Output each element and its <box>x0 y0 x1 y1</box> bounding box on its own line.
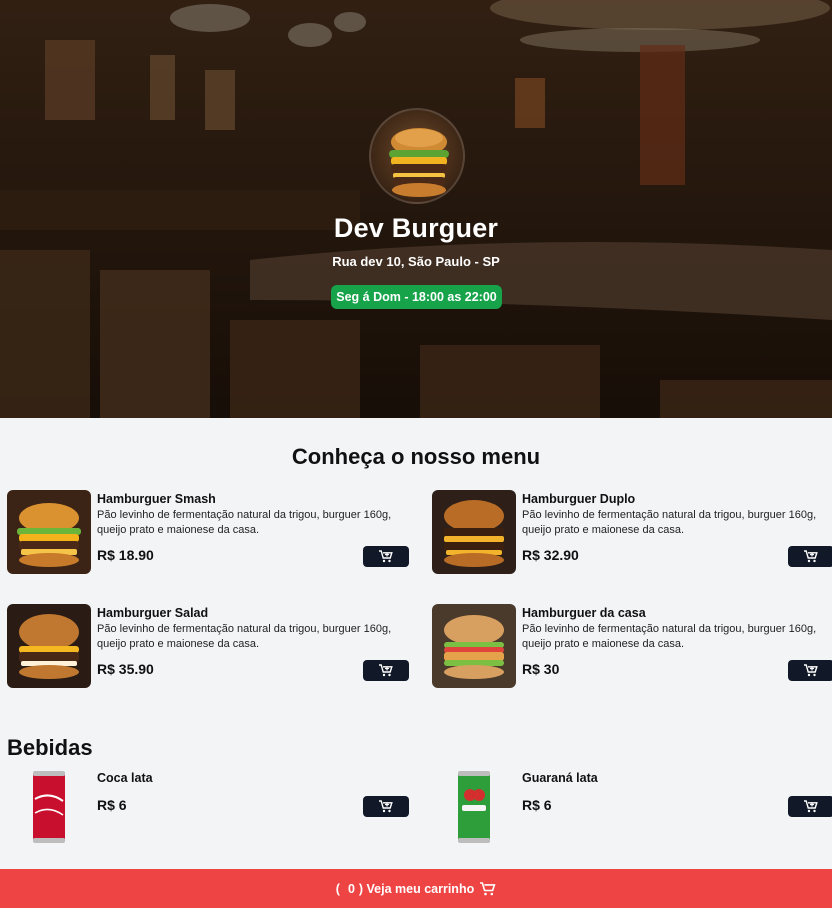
add-to-cart-button[interactable] <box>788 796 832 817</box>
menu-item-hamburguer-duplo: Hamburguer Duplo Pão levinho de fermenta… <box>432 490 832 576</box>
add-to-cart-button[interactable] <box>363 796 409 817</box>
menu-item-description: Pão levinho de fermentação natural da tr… <box>522 509 817 536</box>
menu-item-description: Pão levinho de fermentação natural da tr… <box>97 509 392 536</box>
menu-item-price: R$ 30 <box>522 661 560 677</box>
cart-plus-icon <box>804 550 818 563</box>
menu-item-description: Pão levinho de fermentação natural da tr… <box>522 623 817 650</box>
drink-price: R$ 6 <box>522 797 552 813</box>
cart-plus-icon <box>379 800 393 813</box>
menu-item-hamburguer-smash: Hamburguer Smash Pão levinho de fermenta… <box>7 490 409 576</box>
restaurant-address: Rua dev 10, São Paulo - SP <box>332 254 500 269</box>
add-to-cart-button[interactable] <box>788 660 832 681</box>
opening-hours-badge: Seg á Dom - 18:00 as 22:00 <box>331 285 502 309</box>
drink-name: Coca lata <box>97 771 153 785</box>
menu-item-hamburguer-da-casa: Hamburguer da casa Pão levinho de fermen… <box>432 604 832 690</box>
drink-item-coca-lata: Coca lata R$ 6 <box>7 769 409 849</box>
view-cart-label: ) Veja meu carrinho <box>358 881 475 896</box>
drink-price: R$ 6 <box>97 797 127 813</box>
drink-name: Guaraná lata <box>522 771 598 785</box>
menu-section-title: Conheça o nosso menu <box>291 444 541 469</box>
menu-item-name: Hamburguer Duplo <box>522 492 636 506</box>
hero-banner: Dev Burguer Rua dev 10, São Paulo - SP S… <box>0 0 832 418</box>
restaurant-name: Dev Burguer <box>333 213 499 243</box>
menu-item-name: Hamburguer Smash <box>97 492 216 506</box>
cart-plus-icon <box>804 800 818 813</box>
cart-count: 0 <box>347 881 355 896</box>
burger-image <box>432 490 516 574</box>
menu-item-name: Hamburguer Salad <box>97 606 209 620</box>
burger-image <box>7 604 91 688</box>
cart-plus-icon <box>379 664 393 677</box>
menu-item-name: Hamburguer da casa <box>522 606 646 620</box>
cart-plus-icon <box>804 664 818 677</box>
menu-item-hamburguer-salad: Hamburguer Salad Pão levinho de fermenta… <box>7 604 409 690</box>
burger-image <box>432 604 516 688</box>
cart-plus-icon <box>379 550 393 563</box>
cart-icon <box>480 881 496 895</box>
guarana-can-image <box>458 771 490 843</box>
view-cart-button[interactable]: ( 0 ) Veja meu carrinho <box>0 869 832 908</box>
menu-item-price: R$ 35.90 <box>97 661 154 677</box>
burger-image <box>7 490 91 574</box>
add-to-cart-button[interactable] <box>363 546 409 567</box>
add-to-cart-button[interactable] <box>788 546 832 567</box>
menu-item-price: R$ 18.90 <box>97 547 154 563</box>
restaurant-logo <box>369 108 465 204</box>
add-to-cart-button[interactable] <box>363 660 409 681</box>
drinks-section-title: Bebidas <box>7 735 93 760</box>
menu-item-price: R$ 32.90 <box>522 547 579 563</box>
drink-item-guarana-lata: Guaraná lata R$ 6 <box>432 769 832 849</box>
menu-item-description: Pão levinho de fermentação natural da tr… <box>97 623 392 650</box>
coca-cola-can-image <box>33 771 65 843</box>
cart-count-open-paren: ( <box>335 881 340 896</box>
